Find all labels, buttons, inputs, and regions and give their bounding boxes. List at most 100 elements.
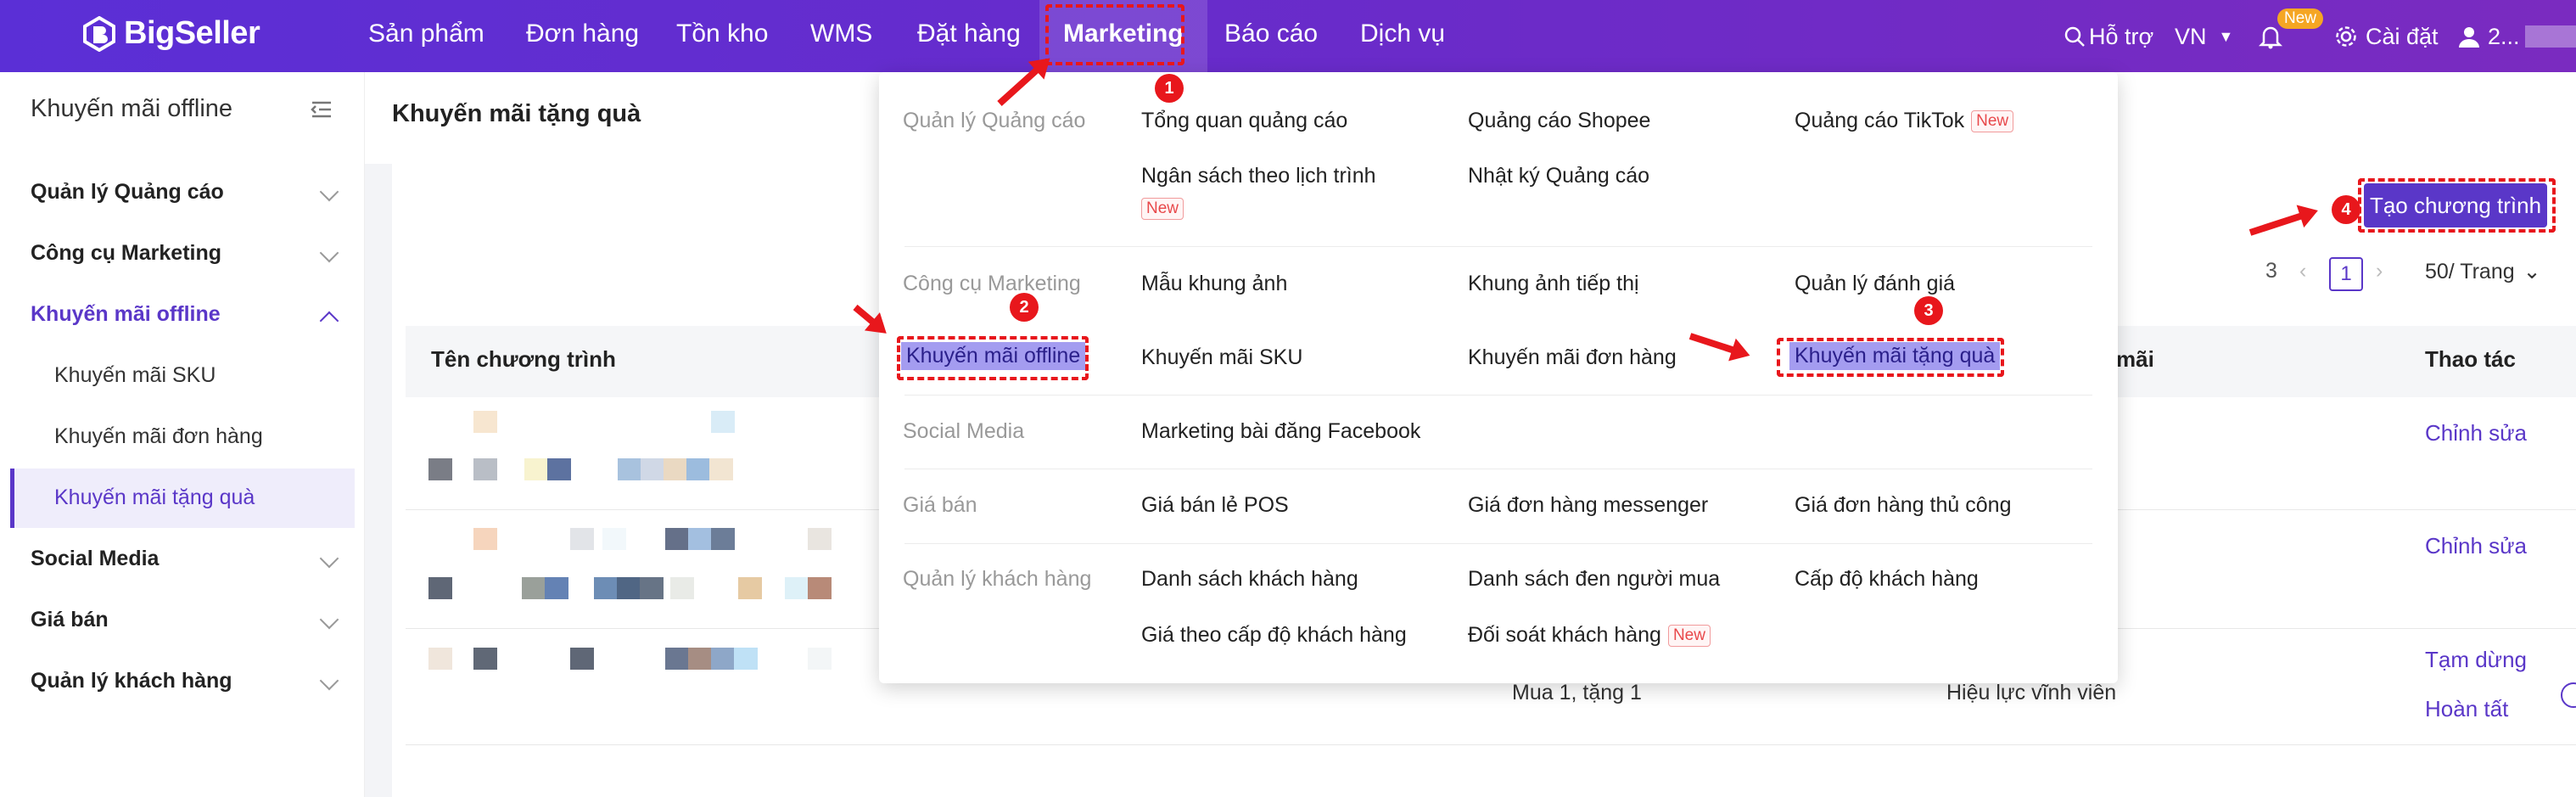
sidebar-item-label: Công cụ Marketing	[31, 241, 222, 265]
annotation-box-gift-promo	[1777, 338, 2004, 377]
row-divider	[406, 744, 2576, 745]
pager-current-page[interactable]: 1	[2329, 257, 2363, 291]
annotation-box-marketing	[1045, 4, 1184, 65]
language-select[interactable]: VN ▼	[2175, 0, 2233, 72]
menu-item-budget-schedule[interactable]: Ngân sách theo lịch trình	[1141, 164, 1376, 188]
chevron-down-icon: ⌄	[2523, 260, 2541, 283]
menu-divider	[904, 395, 2092, 396]
settings-link[interactable]: Cài đặt	[2335, 0, 2439, 72]
step-badge-2: 2	[1010, 293, 1039, 322]
menu-item-review-management[interactable]: Quản lý đánh giá	[1795, 272, 1955, 296]
menu-item-label: Quảng cáo TikTok	[1795, 109, 1965, 132]
menu-item-facebook-post[interactable]: Marketing bài đăng Facebook	[1141, 419, 1420, 444]
page-size-label: 50/ Trang	[2425, 260, 2515, 283]
chevron-down-icon	[319, 243, 339, 263]
sidebar-subitem-order-promo[interactable]: Khuyến mãi đơn hàng	[54, 424, 263, 449]
menu-item-ads-overview[interactable]: Tổng quan quảng cáo	[1141, 109, 1347, 133]
menu-item-tiktok-ads[interactable]: Quảng cáo TikTok New	[1795, 109, 2014, 133]
menu-category-customer: Quản lý khách hàng	[903, 567, 1092, 591]
sidebar-item-customer-management[interactable]: Quản lý khách hàng	[31, 669, 339, 693]
sidebar-subitem-sku-promo[interactable]: Khuyến mãi SKU	[54, 363, 216, 388]
new-tag: New	[1971, 110, 2014, 133]
nav-dich-vu[interactable]: Dịch vụ	[1360, 0, 1445, 72]
menu-item-marketing-frame[interactable]: Khung ảnh tiếp thị	[1468, 272, 1639, 296]
user-name-blur	[2524, 25, 2576, 48]
page-size-select[interactable]: 50/ Trang ⌄	[2425, 259, 2541, 284]
sidebar-item-social-media[interactable]: Social Media	[31, 547, 339, 571]
col-header-name: Tên chương trình	[431, 346, 616, 372]
help-link[interactable]: Hỗ trợ	[2064, 0, 2153, 72]
sidebar-item-label: Khuyến mãi offline	[31, 302, 221, 326]
menu-item-customer-level[interactable]: Cấp độ khách hàng	[1795, 567, 1979, 592]
user-name: 2...	[2488, 23, 2520, 49]
nav-don-hang[interactable]: Đơn hàng	[526, 0, 639, 72]
pager-next-icon[interactable]: ›	[2376, 259, 2383, 283]
caret-down-icon: ▼	[2218, 27, 2234, 45]
pause-link-row-3[interactable]: Tạm dừng	[2425, 647, 2527, 673]
sidebar-item-label: Social Media	[31, 547, 160, 570]
menu-category-marketing-tools: Công cụ Marketing	[903, 272, 1081, 295]
new-tag-label: New	[1141, 198, 1184, 220]
promo-rule-row-3: Mua 1, tặng 1	[1512, 681, 1642, 704]
new-tag: New	[1141, 198, 1184, 220]
menu-item-customer-reconcile[interactable]: Đối soát khách hàng New	[1468, 623, 1711, 648]
menu-item-frame-template[interactable]: Mẫu khung ảnh	[1141, 272, 1287, 296]
edit-link-row-2[interactable]: Chỉnh sửa	[2425, 533, 2527, 559]
col-header-actions: Thao tác	[2425, 346, 2516, 372]
bell-icon	[2259, 26, 2282, 48]
nav-ton-kho[interactable]: Tồn kho	[676, 0, 768, 72]
chevron-down-icon	[319, 609, 339, 630]
pager-total: 3	[2265, 259, 2277, 283]
help-label: Hỗ trợ	[2089, 23, 2154, 49]
edit-link-row-1[interactable]: Chỉnh sửa	[2425, 420, 2527, 446]
nav-bao-cao[interactable]: Báo cáo	[1224, 0, 1318, 72]
menu-item-level-price[interactable]: Giá theo cấp độ khách hàng	[1141, 623, 1407, 648]
menu-category-social-media: Social Media	[903, 419, 1025, 443]
brand-name: BigSeller	[124, 15, 260, 51]
validity-row-3: Hiệu lực vĩnh viễn	[1946, 681, 2117, 704]
chevron-down-icon	[319, 182, 339, 202]
bigseller-logo-icon	[83, 15, 115, 52]
sidebar-item-offline-promo[interactable]: Khuyến mãi offline	[31, 302, 339, 331]
menu-item-shopee-ads[interactable]: Quảng cáo Shopee	[1468, 109, 1650, 133]
sidebar-item-marketing-tools[interactable]: Công cụ Marketing	[31, 241, 339, 266]
col-header-promo: mãi	[2116, 346, 2154, 372]
menu-item-order-promo[interactable]: Khuyến mãi đơn hàng	[1468, 345, 1677, 370]
user-menu[interactable]: 2...	[2457, 0, 2576, 72]
page-title: Khuyến mãi tặng quà	[392, 100, 641, 127]
nav-san-pham[interactable]: Sản phẩm	[368, 0, 484, 72]
menu-item-manual-order-price[interactable]: Giá đơn hàng thủ công	[1795, 493, 2011, 518]
nav-wms[interactable]: WMS	[810, 0, 872, 72]
complete-link-row-3[interactable]: Hoàn tất	[2425, 696, 2508, 722]
menu-item-customer-list[interactable]: Danh sách khách hàng	[1141, 567, 1358, 592]
step-badge-3: 3	[1914, 296, 1943, 325]
nav-dat-hang[interactable]: Đặt hàng	[917, 0, 1021, 72]
sidebar-item-label: Giá bán	[31, 608, 109, 631]
new-badge: New	[2277, 8, 2324, 29]
pager-prev-icon[interactable]: ‹	[2299, 259, 2306, 283]
sidebar-item-ads-management[interactable]: Quản lý Quảng cáo	[31, 180, 339, 205]
notification-button[interactable]	[2259, 0, 2282, 72]
menu-item-buyer-blacklist[interactable]: Danh sách đen người mua	[1468, 567, 1720, 592]
step-badge-4: 4	[2332, 195, 2360, 224]
new-tag: New	[1667, 625, 1711, 648]
gear-icon	[2336, 25, 2356, 47]
sidebar-item-label: Quản lý Quảng cáo	[31, 180, 224, 204]
sidebar-item-label: Quản lý khách hàng	[31, 669, 232, 693]
menu-item-pos-price[interactable]: Giá bán lẻ POS	[1141, 493, 1289, 518]
sidebar-title: Khuyến mãi offline	[31, 95, 233, 122]
menu-item-messenger-price[interactable]: Giá đơn hàng messenger	[1468, 493, 1708, 518]
step-badge-1: 1	[1155, 74, 1184, 103]
language-label: VN	[2175, 23, 2207, 49]
menu-item-sku-promo[interactable]: Khuyến mãi SKU	[1141, 345, 1302, 370]
sidebar-subitem-gift-promo[interactable]: Khuyến mãi tặng quà	[54, 485, 255, 510]
settings-label: Cài đặt	[2366, 23, 2439, 49]
menu-item-ads-log[interactable]: Nhật ký Quảng cáo	[1468, 164, 1649, 188]
brand-logo[interactable]: BigSeller	[81, 15, 260, 52]
sidebar-item-pricing[interactable]: Giá bán	[31, 608, 339, 632]
collapse-sidebar-icon[interactable]	[309, 97, 334, 122]
menu-divider	[904, 543, 2092, 544]
menu-category-pricing: Giá bán	[903, 493, 977, 517]
chevron-down-icon	[319, 548, 339, 569]
annotation-box-offline-promo	[897, 336, 1089, 380]
